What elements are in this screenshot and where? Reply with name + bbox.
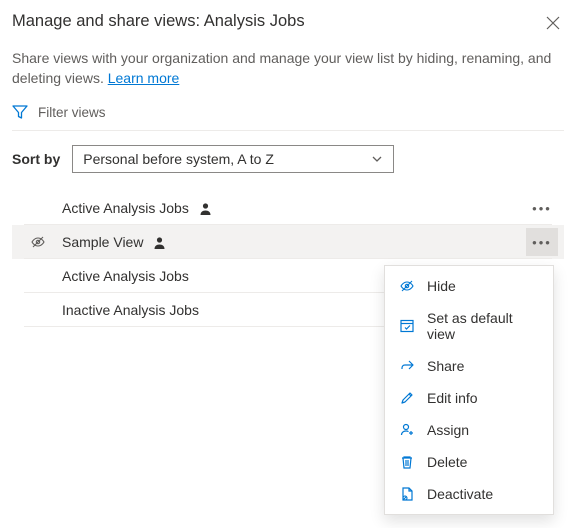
menu-item-label: Deactivate: [427, 486, 493, 502]
menu-item-label: Share: [427, 358, 464, 374]
view-name: Active Analysis Jobs: [62, 268, 189, 284]
set-default-icon: [399, 318, 415, 334]
menu-item-label: Hide: [427, 278, 456, 294]
sort-label: Sort by: [12, 151, 60, 167]
menu-item-label: Assign: [427, 422, 469, 438]
more-icon: •••: [532, 236, 552, 249]
learn-more-link[interactable]: Learn more: [108, 70, 180, 86]
menu-item-label: Delete: [427, 454, 467, 470]
menu-item-edit-info[interactable]: Edit info: [385, 382, 553, 414]
menu-item-delete[interactable]: Delete: [385, 446, 553, 478]
menu-item-hide[interactable]: Hide: [385, 270, 553, 302]
share-icon: [399, 358, 415, 374]
edit-icon: [399, 390, 415, 406]
menu-item-share[interactable]: Share: [385, 350, 553, 382]
close-icon: [546, 16, 560, 30]
delete-icon: [399, 454, 415, 470]
sort-row: Sort by Personal before system, A to Z: [12, 145, 564, 173]
more-icon: •••: [532, 202, 552, 215]
filter-icon: [12, 104, 28, 120]
view-name: Sample View: [62, 234, 143, 250]
view-name: Active Analysis Jobs: [62, 200, 189, 216]
filter-views-link[interactable]: Filter views: [12, 104, 564, 120]
view-row[interactable]: Active Analysis Jobs •••: [12, 191, 564, 225]
sort-select[interactable]: Personal before system, A to Z: [72, 145, 394, 173]
person-icon: [199, 202, 212, 215]
panel-header: Manage and share views: Analysis Jobs: [12, 12, 564, 37]
assign-icon: [399, 422, 415, 438]
more-button[interactable]: •••: [526, 228, 558, 256]
view-name: Inactive Analysis Jobs: [62, 302, 199, 318]
menu-item-assign[interactable]: Assign: [385, 414, 553, 446]
chevron-down-icon: [371, 153, 383, 165]
context-menu: Hide Set as default view Share Edit info…: [384, 265, 554, 515]
filter-label: Filter views: [38, 105, 106, 120]
divider: [12, 130, 564, 131]
close-button[interactable]: [542, 12, 564, 37]
sort-selected-value: Personal before system, A to Z: [83, 151, 274, 167]
panel-title: Manage and share views: Analysis Jobs: [12, 12, 305, 31]
more-button[interactable]: •••: [526, 194, 558, 222]
menu-item-label: Edit info: [427, 390, 478, 406]
hide-icon: [399, 278, 415, 294]
menu-item-label: Set as default view: [427, 310, 539, 342]
description-text: Share views with your organization and m…: [12, 50, 551, 86]
menu-item-deactivate[interactable]: Deactivate: [385, 478, 553, 510]
hidden-icon: [30, 234, 46, 250]
menu-item-set-default[interactable]: Set as default view: [385, 302, 553, 350]
view-row[interactable]: Sample View •••: [12, 225, 564, 259]
person-icon: [153, 236, 166, 249]
panel-description: Share views with your organization and m…: [12, 49, 564, 88]
deactivate-icon: [399, 486, 415, 502]
